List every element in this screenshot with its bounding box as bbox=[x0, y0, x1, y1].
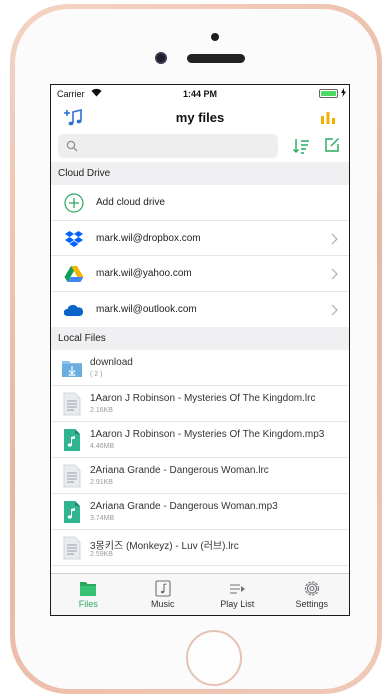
front-camera bbox=[155, 52, 167, 64]
tab-music[interactable]: Music bbox=[126, 574, 201, 615]
page-title: my files bbox=[175, 110, 225, 125]
search-icon bbox=[66, 140, 78, 152]
music-tab-icon bbox=[155, 580, 171, 597]
cloud-account-onedrive[interactable]: mark.wil@outlook.com bbox=[51, 292, 349, 328]
document-icon bbox=[63, 536, 81, 560]
music-file-icon bbox=[64, 429, 80, 451]
cloud-item-label: mark.wil@dropbox.com bbox=[96, 232, 201, 244]
cloud-item-label: mark.wil@yahoo.com bbox=[96, 268, 192, 279]
cloud-drive-list: Add cloud drive mark.wil@dropbox.com mar… bbox=[51, 185, 349, 327]
document-icon bbox=[63, 464, 81, 488]
chevron-right-icon bbox=[331, 268, 338, 280]
file-row-download-folder[interactable]: download ( 2 ) bbox=[51, 350, 349, 386]
tab-play-list[interactable]: Play List bbox=[200, 574, 275, 615]
navigation-bar: my files bbox=[51, 104, 349, 132]
google-drive-icon bbox=[64, 266, 84, 282]
app-screen: Carrier 1:44 PM my files Cloud Drive Add… bbox=[50, 84, 350, 616]
tab-label: Play List bbox=[220, 599, 255, 609]
equalizer-icon[interactable] bbox=[320, 109, 336, 125]
settings-tab-icon bbox=[304, 581, 319, 596]
proximity-sensor bbox=[211, 33, 219, 41]
tab-label: Settings bbox=[295, 599, 329, 609]
tab-files[interactable]: Files bbox=[51, 574, 126, 615]
file-name: 3몽키즈 (Monkeyz) - Luv (러브).lrc bbox=[90, 541, 239, 552]
search-row bbox=[51, 132, 349, 162]
sort-icon[interactable] bbox=[292, 137, 310, 155]
chevron-right-icon bbox=[331, 304, 338, 315]
file-meta: ( 2 ) bbox=[90, 371, 103, 378]
cloud-account-google-drive[interactable]: mark.wil@yahoo.com bbox=[51, 256, 349, 292]
file-row[interactable]: 2Ariana Grande - Dangerous Woman.mp3 3.7… bbox=[51, 494, 349, 530]
local-files-list: download ( 2 ) 1Aaron J Robinson - Myste… bbox=[51, 350, 349, 566]
local-files-header: Local Files bbox=[51, 327, 349, 350]
file-size: 4.46MB bbox=[90, 443, 115, 450]
file-name: download bbox=[90, 357, 133, 368]
search-input[interactable] bbox=[84, 136, 272, 156]
add-cloud-drive-row[interactable]: Add cloud drive bbox=[51, 185, 349, 221]
file-name: 2Ariana Grande - Dangerous Woman.mp3 bbox=[90, 501, 278, 512]
file-row[interactable]: 1Aaron J Robinson - Mysteries Of The Kin… bbox=[51, 422, 349, 458]
chevron-right-icon bbox=[331, 233, 338, 244]
tab-settings[interactable]: Settings bbox=[275, 574, 350, 615]
file-name: 2Ariana Grande - Dangerous Woman.lrc bbox=[90, 465, 269, 476]
status-bar: Carrier 1:44 PM bbox=[51, 85, 349, 104]
cloud-item-label: Add cloud drive bbox=[96, 197, 165, 208]
file-row[interactable]: 1Aaron J Robinson - Mysteries Of The Kin… bbox=[51, 386, 349, 422]
battery-level bbox=[321, 91, 336, 96]
battery-icon bbox=[319, 89, 338, 98]
file-row[interactable]: 3몽키즈 (Monkeyz) - Luv (러브).lrc 2.59KB bbox=[51, 530, 349, 566]
playlist-tab-icon bbox=[230, 584, 246, 594]
document-icon bbox=[63, 392, 81, 416]
dropbox-icon bbox=[65, 230, 83, 247]
onedrive-icon bbox=[64, 304, 84, 316]
status-time: 1:44 PM bbox=[182, 89, 217, 99]
folder-icon bbox=[62, 361, 82, 377]
file-name: 1Aaron J Robinson - Mysteries Of The Kin… bbox=[90, 429, 325, 440]
tab-bar: Files Music Play List Settings bbox=[51, 573, 349, 615]
add-circle-icon bbox=[64, 193, 84, 213]
file-name: 1Aaron J Robinson - Mysteries Of The Kin… bbox=[90, 393, 316, 404]
earpiece-speaker bbox=[187, 54, 245, 63]
cloud-drive-header: Cloud Drive bbox=[51, 162, 349, 185]
music-file-icon bbox=[64, 501, 80, 523]
cloud-account-dropbox[interactable]: mark.wil@dropbox.com bbox=[51, 221, 349, 256]
edit-icon[interactable] bbox=[324, 137, 340, 153]
folder-tab-icon bbox=[80, 582, 97, 596]
file-size: 2.59KB bbox=[90, 551, 113, 558]
cloud-item-label: mark.wil@outlook.com bbox=[96, 303, 197, 315]
file-size: 2.16KB bbox=[90, 407, 113, 414]
tab-label: Files bbox=[78, 599, 98, 609]
charging-icon bbox=[341, 88, 346, 97]
file-row[interactable]: 2Ariana Grande - Dangerous Woman.lrc 2.9… bbox=[51, 458, 349, 494]
home-button[interactable] bbox=[186, 630, 242, 686]
file-size: 3.74MB bbox=[90, 515, 115, 522]
file-size: 2.91KB bbox=[90, 479, 113, 486]
tab-label: Music bbox=[150, 599, 175, 609]
search-box[interactable] bbox=[58, 134, 278, 158]
